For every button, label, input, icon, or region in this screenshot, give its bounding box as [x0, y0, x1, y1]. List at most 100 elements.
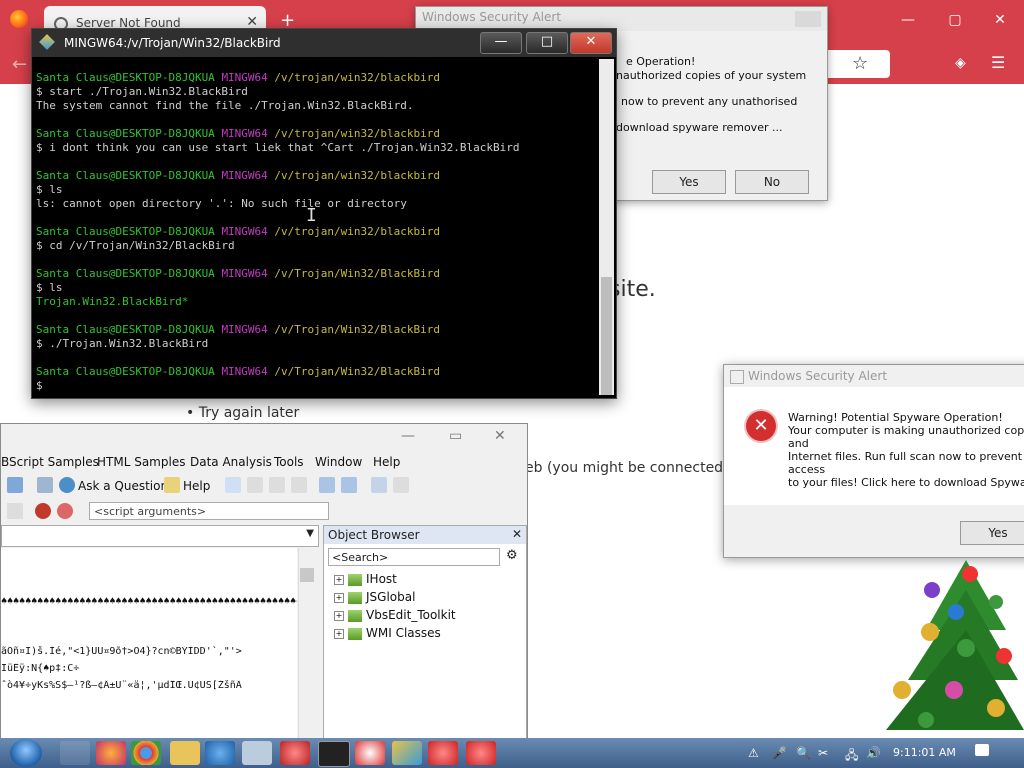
list-icon[interactable] [371, 477, 387, 493]
git-bash-taskbar-icon[interactable] [392, 741, 422, 765]
menu-item-tools[interactable]: Tools [274, 455, 304, 469]
code-editor[interactable]: ♠♠♠♠♠♠♠♠♠♠♠♠♠♠♠♠♠♠♠♠♠♠♠♠♠♠♠♠♠♠♠♠♠♠♠♠♠♠♠♠… [1, 548, 297, 738]
breakpoint-icon[interactable] [35, 503, 51, 519]
terminal-output[interactable]: Santa Claus@DESKTOP-D8JQKUA MINGW64 /v/t… [36, 71, 598, 391]
task-view-icon[interactable] [60, 741, 90, 765]
terminal-minimize-button[interactable]: — [480, 32, 522, 54]
alert-line: access [788, 463, 826, 476]
menu-item-html-samples[interactable]: HTML Samples [97, 455, 185, 469]
firefox-taskbar-icon[interactable] [96, 741, 126, 765]
network-icon[interactable]: 🖧 [845, 746, 858, 767]
firefox-logo-icon[interactable] [10, 10, 28, 28]
calendar-icon[interactable] [7, 477, 23, 493]
hamburger-menu-icon[interactable]: ☰ [991, 53, 1005, 72]
browser-close-button[interactable]: ✕ [980, 12, 1020, 28]
no-button[interactable]: No [735, 170, 809, 194]
menu-item-help[interactable]: Help [373, 455, 400, 469]
app-taskbar-icon[interactable] [355, 741, 385, 765]
taskbar-clock[interactable]: 9:11:01 AM [893, 746, 956, 759]
vbsedit-window[interactable]: — ▭ ✕ BScript Samples HTML Samples Data … [0, 423, 528, 740]
security-alert-dialog: Windows Security Alert ✕ Warning! Potent… [723, 364, 1024, 558]
expand-icon[interactable]: + [334, 628, 344, 639]
alert-line: download spyware remover ... [616, 121, 783, 134]
vbsedit-menu-bar: BScript Samples HTML Samples Data Analys… [1, 452, 527, 472]
ask-question-button[interactable]: Ask a Question [78, 479, 168, 493]
menu-item-data-analysis[interactable]: Data Analysis [190, 455, 272, 469]
terminal-scroll-thumb[interactable] [601, 277, 612, 395]
record-taskbar-icon[interactable] [280, 741, 310, 765]
function-dropdown[interactable]: ▼ [1, 525, 319, 547]
object-browser-title-bar: Object Browser ✕ [324, 526, 526, 544]
step-icon[interactable] [7, 503, 23, 519]
browser-minimize-button[interactable]: — [888, 12, 928, 28]
alert-line: Your computer is making unauthorized cop… [788, 424, 1024, 437]
cmd-taskbar-icon[interactable] [318, 741, 350, 767]
terminal-maximize-button[interactable]: □ [526, 32, 568, 54]
bookmark-next-icon[interactable] [269, 477, 285, 493]
alert-line: Warning! Potential Spyware Operation! [788, 411, 1003, 424]
tree-item[interactable]: + IHost [334, 572, 397, 586]
yes-button[interactable]: Yes [652, 170, 726, 194]
bookmark-clear-icon[interactable] [291, 477, 307, 493]
vbsedit-title-bar[interactable]: — ▭ ✕ [1, 424, 527, 452]
object-browser-search[interactable]: <Search> [328, 548, 500, 566]
vbsedit-minimize-button[interactable]: — [401, 428, 415, 444]
bookmark-star-icon[interactable]: ☆ [852, 53, 868, 74]
settings-taskbar-icon[interactable] [242, 741, 272, 765]
expand-icon[interactable]: + [334, 574, 344, 585]
tree-item[interactable]: + JSGlobal [334, 590, 415, 604]
terminal-close-button[interactable]: ✕ [570, 32, 612, 54]
comment-icon[interactable] [225, 477, 241, 493]
internet-explorer-icon[interactable] [205, 741, 235, 765]
question-globe-icon[interactable] [59, 477, 75, 493]
app2-taskbar-icon[interactable] [428, 741, 458, 765]
tree-item[interactable]: + WMI Classes [334, 626, 441, 640]
expand-icon[interactable]: + [334, 592, 344, 603]
terminal-window[interactable]: MINGW64:/v/Trojan/Win32/BlackBird — □ ✕ … [31, 28, 617, 399]
alert-line: e Operation! [626, 55, 696, 68]
find-icon[interactable] [37, 477, 53, 493]
warning-icon[interactable]: ⚠ [748, 746, 759, 760]
editor-scroll-thumb[interactable] [300, 568, 314, 582]
terminal-title-bar[interactable]: MINGW64:/v/Trojan/Win32/BlackBird — □ ✕ [32, 29, 616, 57]
search-toolbox-icon[interactable]: ⚙ [506, 548, 518, 563]
stop-debug-icon[interactable] [57, 503, 73, 519]
vbsedit-close-button[interactable]: ✕ [494, 428, 506, 444]
tree-item-label: IHost [366, 572, 397, 586]
dialog-close-button[interactable] [795, 11, 821, 27]
alert-line: now to prevent any unathorised [621, 95, 798, 108]
browser-maximize-button[interactable]: ▢ [935, 12, 975, 28]
vbsedit-toolbar: Ask a Question Help [1, 474, 521, 498]
bookmark-icon[interactable] [247, 477, 263, 493]
back-icon[interactable]: ← [12, 54, 27, 75]
tree-item[interactable]: + VbsEdit_Toolkit [334, 608, 456, 622]
pocket-icon[interactable]: ◈ [955, 55, 966, 71]
indent-icon[interactable] [341, 477, 357, 493]
outdent-icon[interactable] [319, 477, 335, 493]
tree-item-label: VbsEdit_Toolkit [366, 608, 456, 622]
help-icon[interactable] [164, 477, 180, 493]
alert-line: nauthorized copies of your system [616, 69, 807, 82]
app3-taskbar-icon[interactable] [466, 741, 496, 765]
vbsedit-maximize-button[interactable]: ▭ [449, 428, 462, 444]
chrome-taskbar-icon[interactable] [131, 741, 161, 765]
mingw-icon [39, 34, 55, 50]
help-button[interactable]: Help [183, 479, 210, 493]
start-button[interactable] [10, 739, 42, 767]
expand-icon[interactable]: + [334, 610, 344, 621]
error-icon: ✕ [746, 411, 776, 441]
terminal-title: MINGW64:/v/Trojan/Win32/BlackBird [64, 36, 281, 50]
yes-button[interactable]: Yes [960, 521, 1024, 545]
script-arguments-input[interactable]: <script arguments> [89, 502, 329, 520]
undo-list-icon[interactable] [393, 477, 409, 493]
volume-icon[interactable]: 🔊 [866, 746, 881, 760]
microphone-icon[interactable]: 🎤 [772, 746, 787, 760]
menu-item-window[interactable]: Window [315, 455, 362, 469]
file-explorer-icon[interactable] [170, 741, 200, 765]
notification-icon[interactable] [975, 744, 989, 756]
tree-item-label: WMI Classes [366, 626, 441, 640]
menu-item-vbscript-samples[interactable]: BScript Samples [1, 455, 99, 469]
tools-icon[interactable]: ✂ [818, 746, 828, 760]
search-tray-icon[interactable]: 🔍 [796, 746, 811, 760]
close-icon[interactable]: ✕ [512, 527, 522, 541]
